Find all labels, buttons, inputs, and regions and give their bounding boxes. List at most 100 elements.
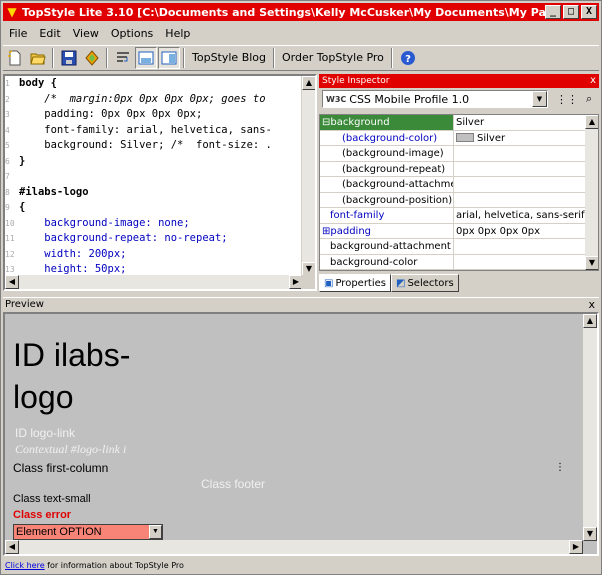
- scroll-up-icon[interactable]: ▲: [585, 115, 598, 129]
- toolbar-separator: [390, 48, 393, 68]
- search-icon[interactable]: ⌕: [586, 92, 592, 106]
- menu-options[interactable]: Options: [105, 27, 159, 40]
- split-view-icon[interactable]: [135, 47, 157, 69]
- property-row[interactable]: (background-position): [320, 192, 598, 208]
- scroll-right-icon[interactable]: ▶: [569, 540, 583, 554]
- categorize-icon[interactable]: ⋮⋮: [556, 93, 578, 106]
- menu-view[interactable]: View: [67, 27, 105, 40]
- toolbar-separator: [106, 48, 108, 68]
- editor-vertical-scrollbar[interactable]: ▲ ▼: [301, 76, 315, 276]
- tab-selectors[interactable]: ◩ Selectors: [391, 274, 459, 292]
- click-here-link[interactable]: Click here: [5, 561, 45, 570]
- toolbar-separator: [52, 48, 54, 68]
- scroll-down-icon[interactable]: ▼: [302, 262, 315, 276]
- toolbar: TopStyle Blog Order TopStyle Pro ?: [3, 45, 599, 71]
- inspector-close-button[interactable]: x: [590, 74, 596, 88]
- color-swatch: [456, 133, 474, 142]
- svg-text:?: ?: [405, 54, 411, 65]
- code-lines[interactable]: 1 body { 2 /* margin:0px 0px 0px 0px; goe…: [5, 76, 303, 276]
- maximize-button[interactable]: □: [563, 5, 579, 19]
- preview-pane[interactable]: ID ilabs-logo ID logo-link Contextual #l…: [3, 312, 599, 556]
- preview-logo: ID ilabs-logo: [13, 337, 131, 415]
- property-row[interactable]: (background-color) Silver: [320, 130, 598, 146]
- chevron-down-icon[interactable]: ▼: [532, 91, 547, 107]
- help-icon[interactable]: ?: [397, 47, 419, 69]
- profile-row: W3C CSS Mobile Profile 1.0 ▼ ⋮⋮ ⌕: [319, 88, 599, 110]
- scroll-up-icon[interactable]: ▲: [302, 76, 315, 90]
- menu-file[interactable]: File: [3, 27, 33, 40]
- scroll-up-icon[interactable]: ▲: [583, 314, 597, 328]
- preview-label: Preview: [5, 299, 44, 310]
- preview-horizontal-scrollbar[interactable]: ◀ ▶: [5, 540, 583, 554]
- preview-first-column: Class first-column: [13, 461, 109, 475]
- property-row[interactable]: font-family arial, helvetica, sans-serif: [320, 208, 598, 224]
- code-line[interactable]: 7: [5, 169, 303, 185]
- topstyle-logo-icon[interactable]: ▼: [5, 5, 19, 19]
- property-row[interactable]: background-attachment: [320, 239, 598, 255]
- chevron-down-icon[interactable]: ▼: [149, 525, 162, 539]
- css-profile-value: CSS Mobile Profile 1.0: [349, 92, 470, 106]
- preview-icon[interactable]: [158, 47, 180, 69]
- code-line[interactable]: 8 #ilabs-logo: [5, 185, 303, 201]
- code-line[interactable]: 4 font-family: arial, helvetica, sans-: [5, 123, 303, 139]
- property-row[interactable]: ⊞padding 0px 0px 0px 0px: [320, 223, 598, 239]
- topstyle-blog-button[interactable]: TopStyle Blog: [188, 48, 270, 68]
- code-line[interactable]: 13 height: 50px;: [5, 262, 303, 276]
- code-line[interactable]: 1 body {: [5, 76, 303, 92]
- editor-horizontal-scrollbar[interactable]: ◀ ▶: [5, 275, 303, 289]
- scroll-down-icon[interactable]: ▼: [585, 256, 598, 270]
- inspector-tabs: ▣ Properties ◩ Selectors: [319, 274, 459, 292]
- properties-icon: ▣: [324, 277, 334, 289]
- code-line[interactable]: 5 background: Silver; /* font-size: .: [5, 138, 303, 154]
- preview-logo-link[interactable]: ID logo-link: [15, 426, 75, 440]
- property-row[interactable]: ⊟background Silver: [320, 115, 598, 131]
- preview-vertical-scrollbar[interactable]: ▲ ▼: [583, 314, 597, 541]
- code-editor[interactable]: 1 body { 2 /* margin:0px 0px 0px 0px; goe…: [3, 74, 317, 291]
- w3c-icon: W3C: [326, 94, 347, 104]
- property-row[interactable]: (background-image): [320, 146, 598, 162]
- preview-footer: Class footer: [201, 477, 266, 491]
- code-line[interactable]: 6}: [5, 154, 303, 170]
- css-profile-select[interactable]: W3C CSS Mobile Profile 1.0 ▼: [322, 90, 548, 108]
- style-inspector: Style Inspector x W3C CSS Mobile Profile…: [319, 74, 599, 293]
- word-wrap-icon[interactable]: [112, 47, 134, 69]
- minimize-button[interactable]: _: [545, 5, 561, 19]
- property-row[interactable]: (background-attachment): [320, 177, 598, 193]
- open-folder-icon[interactable]: [27, 47, 49, 69]
- app-window: ▼ TopStyle Lite 3.10 [C:\Documents and S…: [0, 0, 602, 575]
- scroll-left-icon[interactable]: ◀: [5, 275, 19, 289]
- preview-option-select[interactable]: Element OPTION ▼: [13, 524, 163, 540]
- preview-text-small: Class text-small: [13, 493, 91, 505]
- menu-edit[interactable]: Edit: [33, 27, 66, 40]
- status-bar: Click here for information about TopStyl…: [3, 559, 599, 573]
- code-line[interactable]: 9{: [5, 200, 303, 216]
- code-line[interactable]: 11 background-repeat: no-repeat;: [5, 231, 303, 247]
- code-line[interactable]: 12 width: 200px;: [5, 247, 303, 263]
- title-bar: ▼ TopStyle Lite 3.10 [C:\Documents and S…: [3, 3, 599, 21]
- scroll-left-icon[interactable]: ◀: [5, 540, 19, 554]
- preview-error: Class error: [13, 509, 72, 521]
- save-icon[interactable]: [58, 47, 80, 69]
- menu-bar: File Edit View Options Help: [3, 23, 196, 43]
- scroll-down-icon[interactable]: ▼: [583, 527, 597, 541]
- status-text: for information about TopStyle Pro: [44, 561, 184, 570]
- close-button[interactable]: X: [581, 5, 597, 19]
- property-grid-scrollbar[interactable]: ▲ ▼: [585, 115, 598, 270]
- preview-close-button[interactable]: x: [588, 298, 595, 312]
- preview-header: Preview x: [3, 297, 599, 311]
- property-grid: ⊟background Silver (background-color) Si…: [319, 114, 599, 271]
- code-line[interactable]: 2 /* margin:0px 0px 0px 0px; goes to: [5, 92, 303, 108]
- property-row[interactable]: (background-repeat): [320, 161, 598, 177]
- order-topstyle-pro-button[interactable]: Order TopStyle Pro: [278, 48, 388, 68]
- code-line[interactable]: 10 background-image: none;: [5, 216, 303, 232]
- new-file-icon[interactable]: [4, 47, 26, 69]
- code-line[interactable]: 3 padding: 0px 0px 0px 0px;: [5, 107, 303, 123]
- preview-contextual: Contextual #logo-link i: [15, 442, 127, 456]
- property-row[interactable]: background-color: [320, 254, 598, 270]
- preview-dots: ⋮: [555, 462, 565, 473]
- tab-properties[interactable]: ▣ Properties: [319, 274, 391, 292]
- style-icon[interactable]: [81, 47, 103, 69]
- menu-help[interactable]: Help: [159, 27, 196, 40]
- toolbar-separator: [183, 48, 185, 68]
- toolbar-separator: [273, 48, 276, 68]
